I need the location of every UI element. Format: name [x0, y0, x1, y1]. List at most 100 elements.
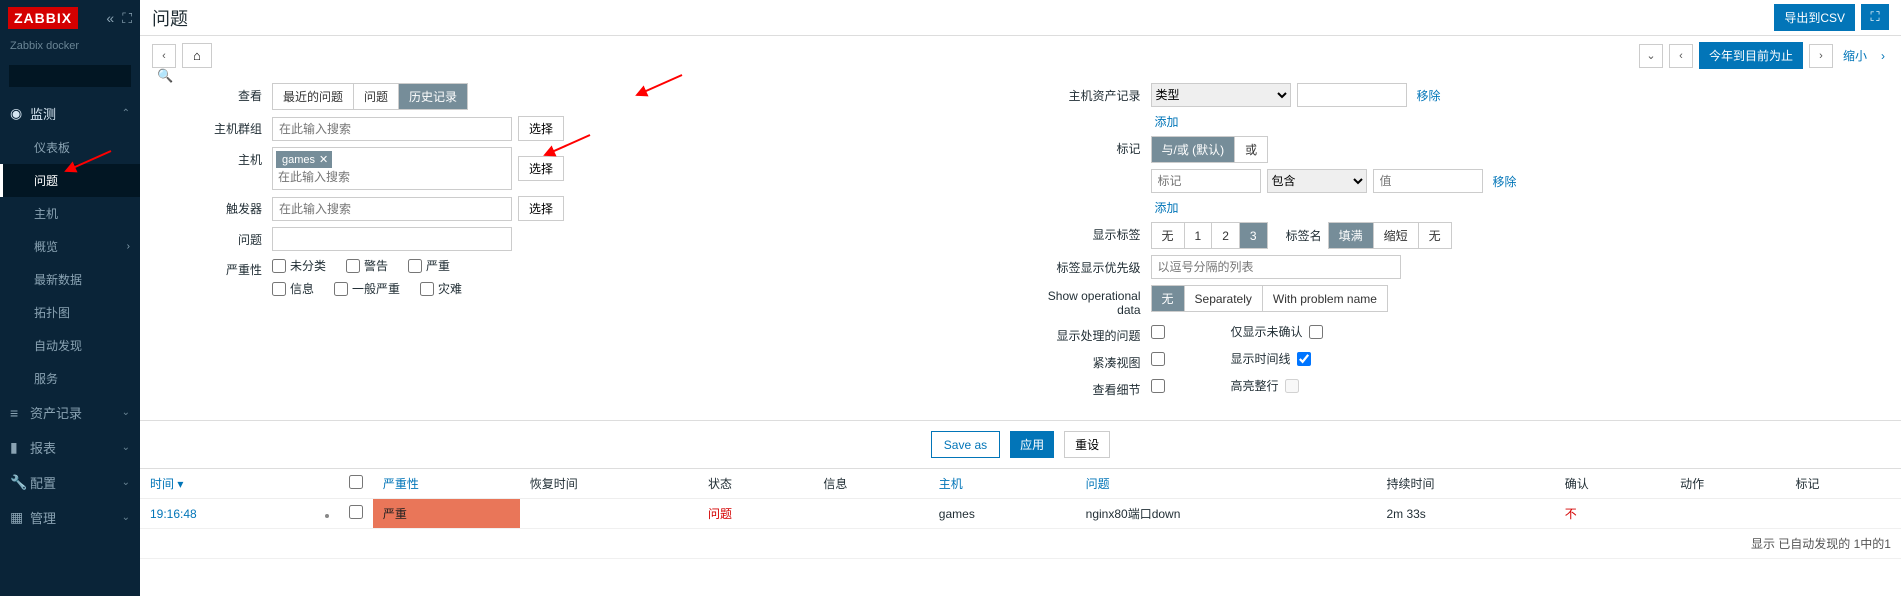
sev-high[interactable]: 严重 [408, 257, 450, 274]
row-time[interactable]: 19:16:48 [150, 507, 197, 521]
trigger-input[interactable] [272, 197, 512, 221]
home-button[interactable]: ⌂ [182, 43, 212, 68]
tag-value-input[interactable] [1373, 169, 1483, 193]
chart-icon: ▮ [10, 439, 30, 456]
view-history[interactable]: 历史记录 [398, 84, 467, 109]
tag-mode-andor[interactable]: 与/或 (默认) [1152, 137, 1235, 162]
nav-section-config[interactable]: 🔧 配置 ⌄ [0, 465, 140, 500]
time-dropdown[interactable]: ⌄ [1639, 44, 1663, 68]
timeline-dot-icon [325, 514, 329, 518]
chevron-down-icon: ⌄ [122, 512, 130, 523]
tag-prio-input[interactable] [1151, 255, 1401, 279]
host-label: 主机 [152, 147, 272, 168]
sev-average[interactable]: 一般严重 [334, 280, 400, 297]
view-problems[interactable]: 问题 [353, 84, 398, 109]
sev-unclassified[interactable]: 未分类 [272, 257, 326, 274]
nav-item-overview[interactable]: 概览› [0, 230, 140, 263]
opdata-none[interactable]: 无 [1152, 286, 1184, 311]
inventory-label: 主机资产记录 [1031, 83, 1151, 104]
trigger-select-button[interactable]: 选择 [518, 196, 564, 221]
nav-item-services[interactable]: 服务 [0, 362, 140, 395]
hostgroup-select-button[interactable]: 选择 [518, 116, 564, 141]
nav-item-latest[interactable]: 最新数据 [0, 263, 140, 296]
tag-op-select[interactable]: 包含 [1267, 169, 1367, 193]
show-tags-none[interactable]: 无 [1152, 223, 1184, 248]
time-next-button[interactable]: › [1809, 44, 1833, 68]
export-csv-button[interactable]: 导出到CSV [1774, 4, 1855, 31]
nav-item-hosts[interactable]: 主机 [0, 197, 140, 230]
view-recent[interactable]: 最近的问题 [273, 84, 353, 109]
tag-name-full[interactable]: 填满 [1329, 223, 1373, 248]
highlight-checkbox[interactable] [1285, 379, 1299, 393]
collapse-icon[interactable]: « [106, 10, 114, 27]
nav-section-monitoring[interactable]: ◉ 监测 ⌃ [0, 96, 140, 131]
details-checkbox[interactable] [1151, 379, 1165, 393]
unack-checkbox[interactable] [1309, 325, 1323, 339]
timeline-checkbox[interactable] [1297, 352, 1311, 366]
nav-item-dashboard[interactable]: 仪表板 [0, 131, 140, 164]
inventory-remove-link[interactable]: 移除 [1413, 87, 1445, 104]
inventory-value-input[interactable] [1297, 83, 1407, 107]
hostgroup-input[interactable] [272, 117, 512, 141]
col-time[interactable]: 时间 ▾ [140, 469, 315, 499]
back-button[interactable]: ‹ [152, 44, 176, 68]
tag-mode-or[interactable]: 或 [1234, 137, 1267, 162]
tag-remove-link[interactable]: 移除 [1489, 173, 1521, 190]
inventory-add-link[interactable]: 添加 [1151, 113, 1183, 130]
show-tags-2[interactable]: 2 [1211, 223, 1239, 248]
col-problem[interactable]: 问题 [1076, 469, 1377, 499]
sev-warning[interactable]: 警告 [346, 257, 388, 274]
inventory-type-select[interactable]: 类型 [1151, 83, 1291, 107]
time-prev-button[interactable]: ‹ [1669, 44, 1693, 68]
sidebar-search[interactable]: 🔍 [8, 64, 132, 88]
problem-input[interactable] [272, 227, 512, 251]
tag-name-none[interactable]: 无 [1418, 223, 1451, 248]
nav-item-maps[interactable]: 拓扑图 [0, 296, 140, 329]
fullscreen-button[interactable]: ⛶ [1861, 4, 1889, 30]
logo: ZABBIX [8, 7, 78, 29]
search-icon[interactable]: 🔍 [157, 68, 173, 84]
nav-item-discovery[interactable]: 自动发现 [0, 329, 140, 362]
sidebar: ZABBIX « ⛶ Zabbix docker 🔍 ◉ 监测 ⌃ 仪表板 问题… [0, 0, 140, 596]
suppressed-checkbox[interactable] [1151, 325, 1165, 339]
row-problem[interactable]: nginx80端口down [1076, 499, 1377, 529]
col-host[interactable]: 主机 [929, 469, 1076, 499]
nav-section-reports[interactable]: ▮ 报表 ⌄ [0, 430, 140, 465]
zoom-out-icon[interactable]: › [1877, 49, 1889, 63]
problems-table: 时间 ▾ 严重性 恢复时间 状态 信息 主机 问题 持续时间 确认 动作 标记 … [140, 469, 1901, 559]
page-header: 问题 导出到CSV ⛶ [140, 0, 1901, 36]
nav-section-inventory[interactable]: ≡ 资产记录 ⌄ [0, 395, 140, 430]
tag-name-short[interactable]: 缩短 [1373, 223, 1418, 248]
show-tags-1[interactable]: 1 [1184, 223, 1212, 248]
select-all-checkbox[interactable] [349, 475, 363, 489]
col-severity[interactable]: 严重性 [373, 469, 520, 499]
compact-checkbox[interactable] [1151, 352, 1165, 366]
tag-add-link[interactable]: 添加 [1151, 199, 1183, 216]
save-as-button[interactable]: Save as [931, 431, 1000, 458]
opdata-with[interactable]: With problem name [1262, 286, 1387, 311]
apply-button[interactable]: 应用 [1010, 431, 1054, 458]
opdata-sep[interactable]: Separately [1184, 286, 1262, 311]
server-name: Zabbix docker [0, 36, 140, 60]
details-label: 查看细节 [1031, 377, 1151, 398]
reset-button[interactable]: 重设 [1064, 431, 1110, 458]
zoom-out-link[interactable]: 缩小 [1839, 47, 1871, 64]
nav-item-problems[interactable]: 问题 [0, 164, 140, 197]
sev-info[interactable]: 信息 [272, 280, 314, 297]
row-host[interactable]: games [929, 499, 1076, 529]
host-select-button[interactable]: 选择 [518, 156, 564, 181]
tag-name-input[interactable] [1151, 169, 1261, 193]
host-input[interactable] [276, 168, 508, 186]
row-ack[interactable]: 不 [1565, 507, 1577, 521]
row-checkbox[interactable] [349, 505, 363, 519]
footer-text: 显示 已自动发现的 1中的1 [140, 529, 1901, 559]
host-tagbox[interactable]: games✕ [272, 147, 512, 190]
nav-section-admin[interactable]: ▦ 管理 ⌄ [0, 500, 140, 535]
show-tags-3[interactable]: 3 [1239, 223, 1267, 248]
remove-tag-icon[interactable]: ✕ [319, 153, 328, 166]
sidebar-search-input[interactable] [15, 70, 157, 82]
edit-icon[interactable]: ⛶ [122, 10, 132, 27]
sev-disaster[interactable]: 灾难 [420, 280, 462, 297]
filter-actions: Save as 应用 重设 [140, 421, 1901, 469]
time-range-button[interactable]: 今年到目前为止 [1699, 42, 1803, 69]
